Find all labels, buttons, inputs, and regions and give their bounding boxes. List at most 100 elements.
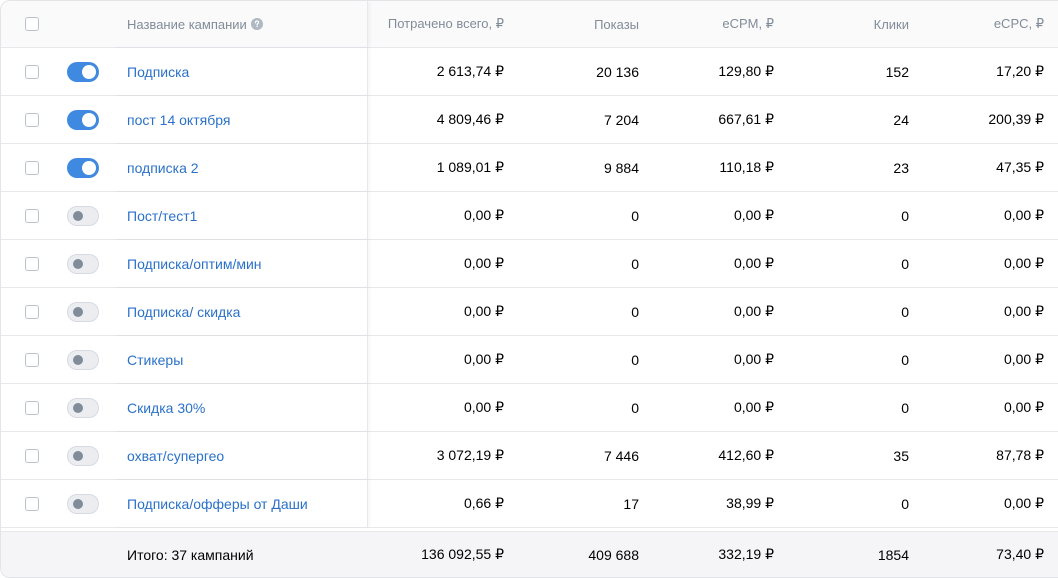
- row-checkbox[interactable]: [25, 448, 39, 463]
- campaign-name-link[interactable]: Стикеры: [127, 352, 183, 368]
- table-header: Название кампании Потрачено всего, ₽ Пок…: [1, 1, 1058, 48]
- cell-clicks: 35: [893, 447, 909, 464]
- table-row: Подписка 2 613,74 ₽ 20 136 129,80 ₽ 152 17,20…: [1, 48, 1058, 96]
- row-toggle-cell: [62, 96, 113, 143]
- campaign-name-link[interactable]: пост 14 октября: [127, 112, 230, 128]
- toggle-knob: [73, 498, 83, 509]
- table-row: пост 14 октября 4 809,46 ₽ 7 204 667,61 ₽ 24…: [1, 96, 1058, 144]
- campaign-name-cell: пост 14 октября: [113, 96, 368, 143]
- cell-impressions: 0: [631, 399, 639, 416]
- row-checkbox[interactable]: [25, 64, 39, 79]
- campaign-name-link[interactable]: Пост/тест1: [127, 208, 197, 224]
- cell-ecpm: 0,00 ₽: [733, 399, 774, 415]
- column-header-impressions[interactable]: Показы: [518, 1, 653, 47]
- header-toggle-cell: [62, 1, 113, 47]
- cell-ecpc: 0,00 ₽: [1003, 207, 1044, 223]
- row-checkbox[interactable]: [25, 256, 39, 271]
- total-clicks: 1854: [877, 546, 909, 563]
- row-checkbox[interactable]: [25, 112, 39, 127]
- column-header-clicks[interactable]: Клики: [788, 1, 923, 47]
- campaign-name-link[interactable]: Подписка: [127, 64, 189, 80]
- campaign-name-link[interactable]: подписка 2: [127, 160, 199, 176]
- row-checkbox[interactable]: [25, 304, 39, 319]
- total-ecpc: 73,40 ₽: [996, 546, 1044, 562]
- toggle-knob: [73, 450, 83, 461]
- toggle-knob: [73, 258, 83, 269]
- row-checkbox[interactable]: [25, 160, 39, 175]
- column-header-ecpm[interactable]: eCPM, ₽: [653, 1, 788, 47]
- header-name-cell: Название кампании: [113, 1, 368, 47]
- row-check-cell: [1, 336, 62, 383]
- row-checkbox[interactable]: [25, 496, 39, 511]
- cell-impressions: 0: [631, 303, 639, 320]
- row-check-cell: [1, 480, 62, 527]
- table-row: Пост/тест1 0,00 ₽ 0 0,00 ₽ 0 0,00 ₽: [1, 192, 1058, 240]
- table-row: Скидка 30% 0,00 ₽ 0 0,00 ₽ 0 0,00 ₽: [1, 384, 1058, 432]
- row-checkbox[interactable]: [25, 352, 39, 367]
- column-header-ecpc[interactable]: eCPC, ₽: [923, 1, 1058, 47]
- cell-impressions: 9 884: [603, 159, 639, 176]
- campaign-name-cell: Скидка 30%: [113, 384, 368, 431]
- row-check-cell: [1, 96, 62, 143]
- footer-empty-cell: [62, 532, 113, 577]
- campaign-status-toggle[interactable]: [67, 205, 99, 226]
- select-all-checkbox[interactable]: [25, 17, 39, 31]
- cell-ecpc: 0,00 ₽: [1003, 303, 1044, 319]
- row-checkbox[interactable]: [25, 208, 39, 223]
- row-toggle-cell: [62, 288, 113, 335]
- campaign-name-link[interactable]: Скидка 30%: [127, 400, 205, 416]
- column-header-spent[interactable]: Потрачено всего, ₽: [368, 1, 518, 47]
- campaigns-table: Название кампании Потрачено всего, ₽ Пок…: [0, 0, 1058, 578]
- row-toggle-cell: [62, 432, 113, 479]
- row-check-cell: [1, 144, 62, 191]
- row-checkbox[interactable]: [25, 400, 39, 415]
- cell-clicks: 0: [901, 207, 909, 224]
- campaign-status-toggle[interactable]: [67, 301, 99, 322]
- campaign-name-link[interactable]: охват/супергео: [127, 448, 224, 464]
- toggle-knob: [82, 64, 96, 79]
- total-impressions: 409 688: [588, 546, 639, 563]
- toggle-knob: [73, 306, 83, 317]
- cell-spent: 0,00 ₽: [463, 303, 504, 319]
- campaign-name-cell: охват/супергео: [113, 432, 368, 479]
- campaign-status-toggle[interactable]: [67, 109, 99, 130]
- cell-spent: 0,00 ₽: [463, 351, 504, 367]
- campaign-status-toggle[interactable]: [67, 61, 99, 82]
- column-header-name[interactable]: Название кампании: [127, 17, 247, 32]
- campaign-name-cell: Пост/тест1: [113, 192, 368, 239]
- row-check-cell: [1, 432, 62, 479]
- campaign-status-toggle[interactable]: [67, 157, 99, 178]
- table-body: Подписка 2 613,74 ₽ 20 136 129,80 ₽ 152 17,20…: [1, 48, 1058, 528]
- cell-ecpm: 412,60 ₽: [718, 447, 774, 463]
- cell-ecpm: 0,00 ₽: [733, 351, 774, 367]
- cell-spent: 1 089,01 ₽: [436, 159, 504, 175]
- row-toggle-cell: [62, 192, 113, 239]
- cell-ecpm: 0,00 ₽: [733, 303, 774, 319]
- campaign-name-link[interactable]: Подписка/офферы от Даши: [127, 496, 308, 512]
- row-toggle-cell: [62, 240, 113, 287]
- campaign-status-toggle[interactable]: [67, 445, 99, 466]
- campaign-name-link[interactable]: Подписка/оптим/мин: [127, 256, 262, 272]
- cell-impressions: 17: [623, 495, 639, 512]
- row-toggle-cell: [62, 384, 113, 431]
- campaign-name-link[interactable]: Подписка/ скидка: [127, 304, 240, 320]
- campaign-status-toggle[interactable]: [67, 349, 99, 370]
- cell-ecpm: 667,61 ₽: [718, 111, 774, 127]
- total-ecpm: 332,19 ₽: [718, 546, 774, 562]
- campaign-status-toggle[interactable]: [67, 397, 99, 418]
- table-footer-totals: Итого: 37 кампаний 136 092,55 ₽ 409 688 …: [1, 531, 1058, 577]
- row-check-cell: [1, 384, 62, 431]
- cell-clicks: 0: [901, 495, 909, 512]
- cell-ecpc: 17,20 ₽: [996, 63, 1044, 79]
- toggle-knob: [73, 402, 83, 413]
- cell-clicks: 0: [901, 399, 909, 416]
- row-check-cell: [1, 288, 62, 335]
- campaign-status-toggle[interactable]: [67, 253, 99, 274]
- cell-spent: 3 072,19 ₽: [436, 447, 504, 463]
- toggle-knob: [82, 160, 96, 175]
- table-row: охват/супергео 3 072,19 ₽ 7 446 412,60 ₽ 35 8…: [1, 432, 1058, 480]
- question-circle-icon[interactable]: [250, 18, 263, 30]
- totals-label: Итого: 37 кампаний: [127, 546, 254, 563]
- campaign-status-toggle[interactable]: [67, 493, 99, 514]
- cell-ecpc: 200,39 ₽: [988, 111, 1044, 127]
